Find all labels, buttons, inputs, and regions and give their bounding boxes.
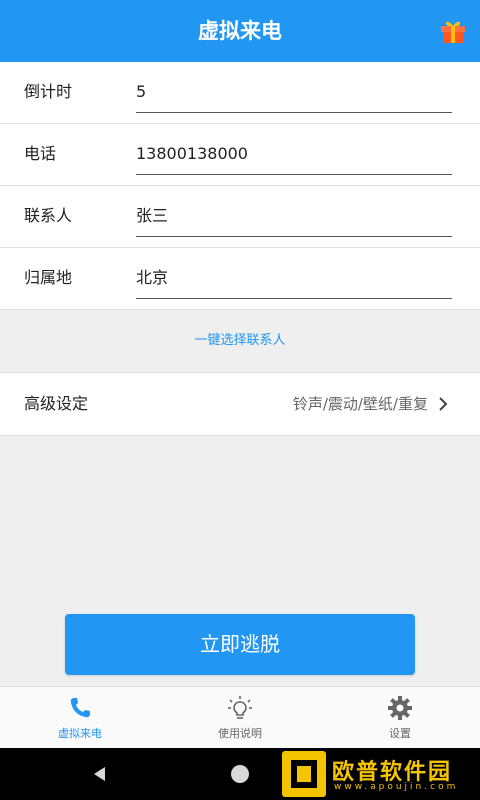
phone-icon [70, 698, 90, 718]
home-icon[interactable] [231, 765, 249, 783]
phone-input[interactable]: 13800138000 [136, 124, 248, 184]
app-title: 虚拟来电 [198, 19, 282, 43]
phone-label: 电话 [24, 144, 57, 163]
watermark-logo-icon [282, 751, 326, 797]
back-icon[interactable] [90, 764, 110, 784]
tab-settings-label: 设置 [389, 727, 411, 740]
contact-input-underline [136, 236, 452, 237]
select-contact-link[interactable]: 一键选择联系人 [0, 310, 480, 372]
watermark: 欧普软件园 www.apoujin.com [278, 748, 478, 800]
countdown-label: 倒计时 [24, 82, 73, 101]
countdown-input-underline [136, 112, 452, 113]
phone-row: 电话 13800138000 [0, 124, 480, 186]
countdown-row: 倒计时 5 [0, 62, 480, 124]
app-bar: 虚拟来电 [0, 0, 480, 62]
chevron-right-icon [439, 397, 448, 411]
contact-label: 联系人 [24, 206, 73, 225]
contact-row: 联系人 张三 [0, 186, 480, 248]
advanced-settings-label: 高级设定 [24, 394, 89, 413]
tab-fake-call-label: 虚拟来电 [58, 727, 102, 740]
tab-instructions[interactable]: 使用说明 [160, 687, 320, 749]
gear-icon [388, 696, 412, 720]
tab-instructions-label: 使用说明 [218, 727, 262, 740]
location-label: 归属地 [24, 268, 73, 287]
location-row: 归属地 北京 [0, 248, 480, 310]
location-input[interactable]: 北京 [136, 248, 168, 308]
phone-input-underline [136, 174, 452, 175]
call-settings-form: 倒计时 5 电话 13800138000 联系人 张三 归属地 北京 [0, 62, 480, 310]
lightbulb-icon [228, 696, 252, 719]
gift-icon[interactable] [440, 19, 466, 43]
tab-settings[interactable]: 设置 [320, 687, 480, 749]
location-input-underline [136, 298, 452, 299]
advanced-settings-row[interactable]: 高级设定 铃声/震动/壁纸/重复 [0, 372, 480, 436]
advanced-settings-summary: 铃声/震动/壁纸/重复 [292, 395, 428, 413]
bottom-tab-bar: 虚拟来电 使用说明 设置 [0, 686, 480, 748]
countdown-input[interactable]: 5 [136, 62, 146, 122]
contact-input[interactable]: 张三 [136, 186, 168, 246]
escape-now-button[interactable]: 立即逃脱 [65, 614, 415, 675]
watermark-url: www.apoujin.com [334, 782, 459, 792]
tab-fake-call[interactable]: 虚拟来电 [0, 687, 160, 749]
